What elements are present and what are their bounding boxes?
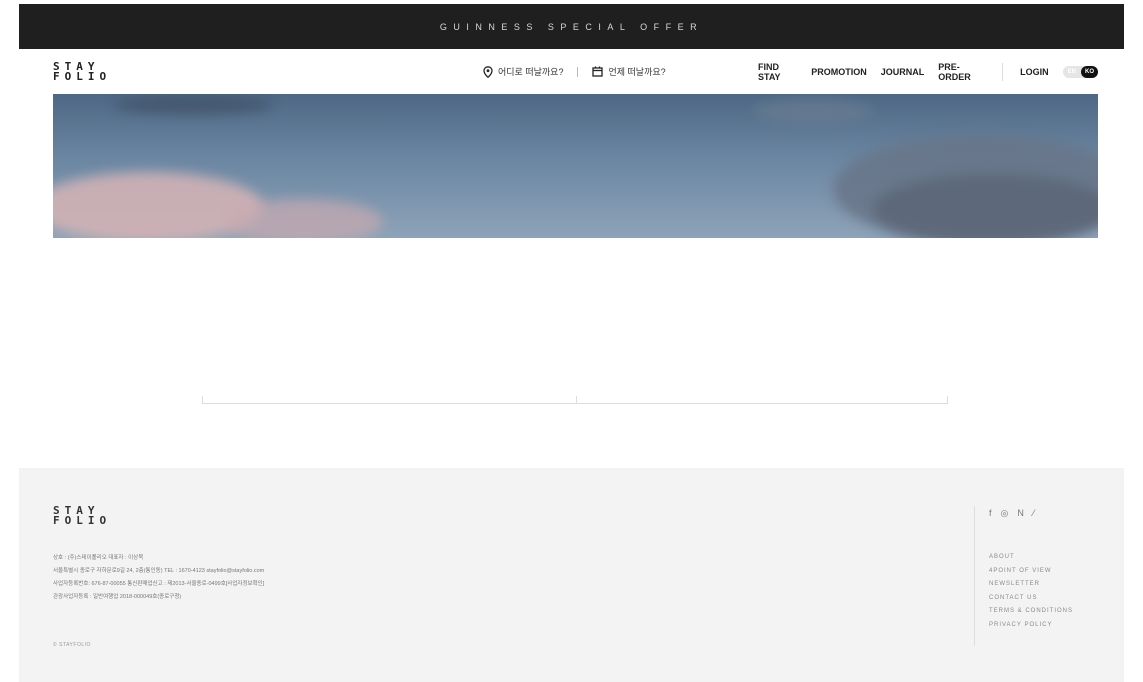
calendar-icon [592,66,604,77]
where-label: 어디로 떠날까요? [498,67,564,77]
footer-logo[interactable]: STAY FOLIO [53,505,112,527]
company-info-row: 서울특별시 종로구 자하문로9길 24, 2층(통인동) TEL : 1670-… [53,568,265,574]
footer-link-terms[interactable]: TERMS & CONDITIONS [989,605,1073,619]
hero-cloud [113,96,273,114]
footer-link-4point-of-view[interactable]: 4POINT OF VIEW [989,565,1073,579]
footer-link-contact-us[interactable]: CONTACT US [989,592,1073,606]
social-links: f ◎ N ⁄ [989,508,1073,519]
footer-logo-line-2: FOLIO [53,514,112,527]
when-label: 언제 떠날까요? [608,67,666,77]
footer-link-privacy[interactable]: PRIVACY POLICY [989,619,1073,633]
location-pin-icon [483,65,493,78]
promo-banner[interactable]: GUINNESS SPECIAL OFFER [19,4,1124,49]
hero-cloud [223,199,383,238]
site-logo[interactable]: STAY FOLIO [53,61,112,83]
hero-cloud [753,99,873,124]
nav-journal[interactable]: JOURNAL [881,67,925,77]
hero-image [53,94,1098,238]
content-divider-mid [576,396,577,404]
facebook-icon[interactable]: f [989,508,992,519]
company-info-row: 사업자등록번호: 676-87-00055 통신판매업신고 : 제2013-서울… [53,581,265,587]
logo-line-2: FOLIO [53,69,112,83]
company-info-row: 상호 : (주)스테이폴리오 대표자 : 이상묵 [53,555,144,561]
search-divider [577,66,579,77]
promo-text: GUINNESS SPECIAL OFFER [439,21,704,32]
nav-divider [1002,62,1004,81]
site-footer: STAY FOLIO 상호 : (주)스테이폴리오 대표자 : 이상묵 서울특별… [19,468,1124,682]
footer-link-newsletter[interactable]: NEWSLETTER [989,578,1073,592]
nav-promotion[interactable]: PROMOTION [811,67,867,77]
instagram-icon[interactable]: ◎ [1001,508,1009,519]
copyright: © STAYFOLIO [53,642,91,648]
lang-ko[interactable]: KO [1081,65,1098,78]
brunch-icon[interactable]: ⁄ [1033,508,1035,519]
content-divider [202,396,948,404]
footer-link-about[interactable]: ABOUT [989,551,1073,565]
company-info: 상호 : (주)스테이폴리오 대표자 : 이상묵 서울특별시 종로구 자하문로9… [53,552,264,604]
hero-cloud [873,174,1098,238]
nav-pre-order[interactable]: PRE-ORDER [938,62,984,82]
when-search[interactable]: 언제 떠날까요? [592,65,666,78]
main-nav: FIND STAY PROMOTION JOURNAL PRE-ORDER LO… [758,49,1098,94]
footer-links: ABOUT 4POINT OF VIEW NEWSLETTER CONTACT … [989,551,1073,632]
footer-right-column: f ◎ N ⁄ ABOUT 4POINT OF VIEW NEWSLETTER … [974,506,1073,646]
where-search[interactable]: 어디로 떠날까요? [483,65,563,78]
nav-find-stay[interactable]: FIND STAY [758,62,797,82]
login-link[interactable]: LOGIN [1020,67,1049,77]
site-header: STAY FOLIO 어디로 떠날까요? 언제 떠날까요? FIND STAY … [53,49,1098,94]
naver-icon[interactable]: N [1017,508,1024,519]
lang-en[interactable]: EN [1063,69,1081,75]
language-toggle[interactable]: EN KO [1062,65,1098,78]
search-bar: 어디로 떠날까요? 언제 떠날까요? [483,49,666,94]
company-info-row: 관광사업자등록 : 일반여행업 2018-000049호(종로구청) [53,594,182,600]
